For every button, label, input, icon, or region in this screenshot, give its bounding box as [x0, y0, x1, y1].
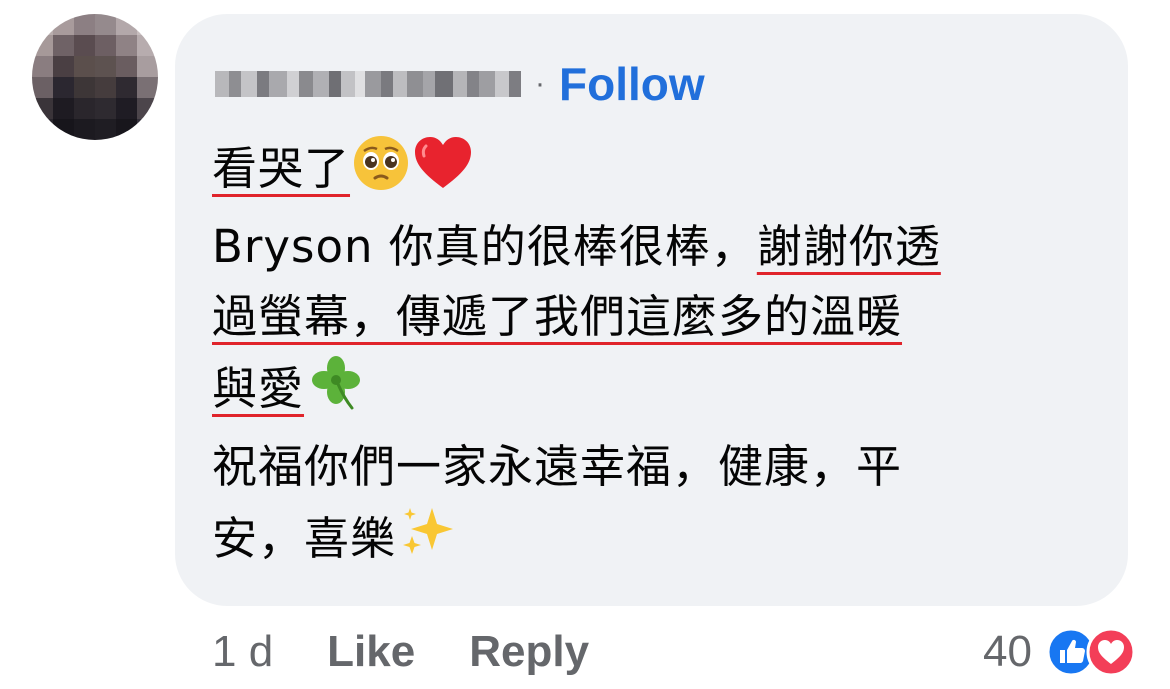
- comment-line-3: 過螢幕，傳遞了我們這麼多的溫暖: [212, 282, 1102, 352]
- underlined-text: 看哭了: [212, 136, 474, 195]
- underlined-text: 與愛: [212, 362, 305, 415]
- reaction-count: 40: [983, 627, 1032, 676]
- comment-line-6: 安，喜樂: [212, 502, 1102, 582]
- reaction-summary[interactable]: 40: [983, 622, 1136, 682]
- avatar[interactable]: [32, 14, 158, 140]
- timestamp[interactable]: 1 d: [212, 627, 273, 677]
- comment-footer: 1 d Like Reply: [212, 622, 643, 682]
- sparkles-icon: [398, 502, 460, 582]
- author-name-blurred[interactable]: [215, 69, 521, 99]
- reply-button[interactable]: Reply: [469, 627, 589, 677]
- comment-line-5: 祝福你們一家永遠幸福，健康，平: [212, 440, 903, 493]
- red-heart-icon: [412, 134, 474, 212]
- love-reaction-icon: [1086, 627, 1136, 677]
- author-row: · Follow: [215, 58, 705, 110]
- comment-text: 看哭了 Bryson 你真的很棒很棒，謝謝你透 過螢幕，傳遞了我們這麼多的溫暖 …: [212, 134, 1102, 582]
- underlined-text: 過螢幕，傳遞了我們這麼多的溫暖: [212, 290, 903, 343]
- comment-bubble: · Follow 看哭了 Bryson 你真的很棒很棒，謝謝你透 過螢幕，傳遞了…: [175, 14, 1128, 606]
- pleading-face-icon: [352, 134, 410, 212]
- separator-dot: ·: [535, 67, 545, 100]
- like-button[interactable]: Like: [327, 627, 415, 677]
- comment-line-2: Bryson 你真的很棒很棒，謝謝你透: [212, 220, 941, 273]
- underlined-text: 謝謝你透: [756, 220, 941, 273]
- comment-line-4: 與愛: [212, 352, 1102, 432]
- reaction-icons: [1046, 627, 1136, 677]
- comment-line-1: 看哭了: [212, 134, 1102, 212]
- four-leaf-clover-icon: [306, 352, 366, 432]
- follow-button[interactable]: Follow: [559, 61, 705, 107]
